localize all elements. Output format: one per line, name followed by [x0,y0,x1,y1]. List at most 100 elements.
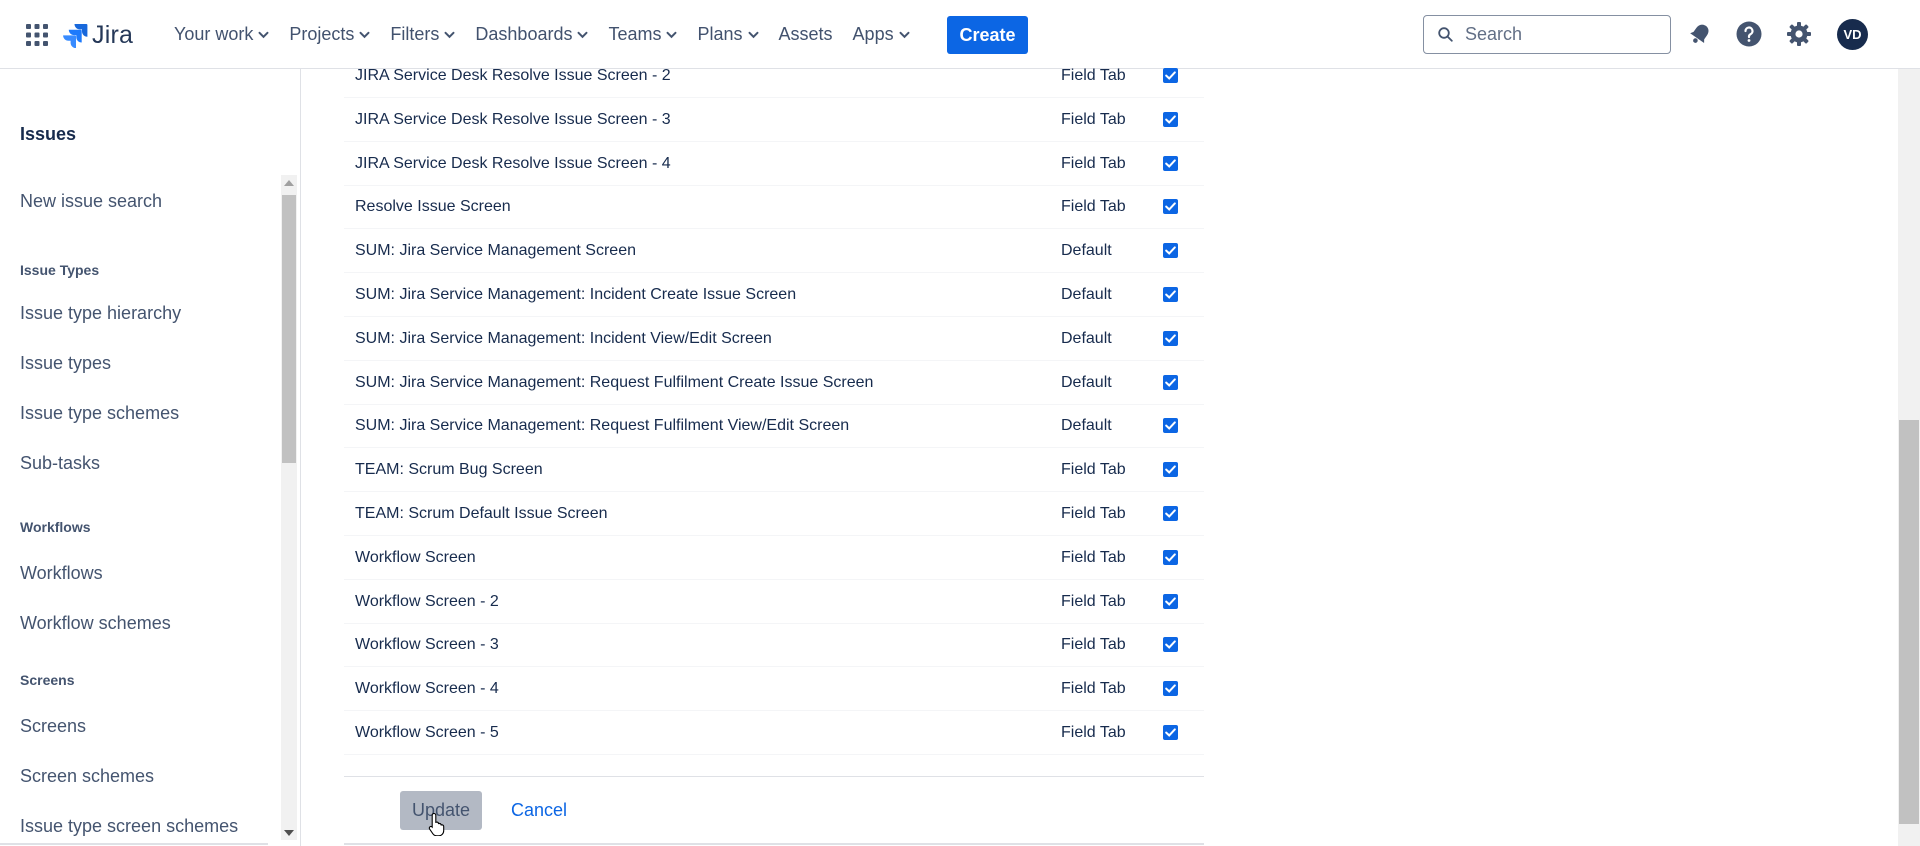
screen-name: Workflow Screen - 5 [355,724,499,741]
screen-name: SUM: Jira Service Management: Incident C… [355,286,797,303]
nav-item-filters[interactable]: Filters [390,24,455,45]
screen-name: Workflow Screen [355,548,476,566]
screen-row: SUM: Jira Service Management: Request Fu… [344,361,1204,405]
screen-checkbox[interactable] [1163,506,1178,521]
nav-item-label: Assets [778,24,833,44]
help-icon[interactable] [1735,20,1763,48]
screen-checkbox[interactable] [1163,155,1178,171]
scroll-up-arrow-icon[interactable] [284,180,294,186]
screen-row: SUM: Jira Service Management: Incident V… [344,317,1204,361]
screen-name: SUM: Jira Service Management: Incident V… [355,329,772,347]
checkmark-icon [1165,115,1176,124]
create-button[interactable]: Create [947,16,1028,54]
page-scrollbar-thumb[interactable] [1899,420,1919,824]
sidebar-scrollbar-thumb[interactable] [282,195,296,463]
sidebar-item-issue-type-screen-schemes[interactable]: Issue type screen schemes [20,816,238,837]
checkmark-icon [1165,640,1176,650]
chevron-down-icon [258,31,269,38]
sidebar-item-sub-tasks[interactable]: Sub-tasks [20,453,100,474]
screen-name: Workflow Screen - 4 [355,680,499,698]
jira-logo-icon [63,24,88,48]
jira-logo[interactable]: Jira [62,20,133,50]
nav-item-label: Projects [289,24,355,44]
sidebar-item-screens[interactable]: Screens [20,716,86,737]
nav-item-assets[interactable]: Assets [779,24,833,45]
checkmark-icon [1165,728,1176,737]
sidebar-section-issue-types: Issue Types [20,262,100,278]
screen-tab: Default [1061,242,1112,260]
screen-row: TEAM: Scrum Default Issue Screen Field Ta… [344,492,1204,536]
nav-item-label: Filters [390,24,440,44]
screen-name: Workflow Screen - 2 [355,592,499,610]
search-input[interactable] [1463,23,1657,46]
sidebar-item-issue-type-schemes[interactable]: Issue type schemes [20,403,179,424]
nav-item-label: Plans [697,24,743,44]
screen-checkbox[interactable] [1163,681,1178,697]
screen-checkbox[interactable] [1163,637,1178,653]
notifications-icon[interactable] [1686,20,1714,48]
sidebar-item-screen-schemes[interactable]: Screen schemes [20,766,154,787]
form-divider [344,776,1204,777]
screen-checkbox[interactable] [1163,111,1178,127]
sidebar-bottom-divider [0,843,268,845]
sidebar: Issues New issue search Issue Types Issue … [0,69,300,846]
nav-item-teams[interactable]: Teams [608,24,677,45]
screen-row: SUM: Jira Service Management Screen Defau… [344,229,1204,274]
screen-row: Workflow Screen - 2 Field Tab [344,580,1204,624]
scroll-down-arrow-icon[interactable] [284,830,294,836]
search-box[interactable] [1423,15,1671,54]
chevron-down-icon [444,31,455,38]
screen-tab: Field Tab [1061,592,1126,610]
screen-name: SUM: Jira Service Management: Request Fu… [355,373,874,391]
cancel-link[interactable]: Cancel [511,791,567,830]
screen-name: JIRA Service Desk Resolve Issue Screen -… [355,67,671,84]
settings-gear-icon[interactable] [1785,20,1813,48]
screen-checkbox[interactable] [1163,243,1178,259]
screen-checkbox[interactable] [1163,287,1178,302]
screen-name: SUM: Jira Service Management: Request Fu… [355,417,850,435]
screen-checkbox[interactable] [1163,593,1178,609]
chevron-down-icon [748,31,759,38]
screen-name: Resolve Issue Screen [355,198,511,216]
screen-name: JIRA Service Desk Resolve Issue Screen -… [355,110,671,128]
screen-tab: Field Tab [1061,110,1126,128]
nav-item-projects[interactable]: Projects [289,24,370,45]
screen-checkbox[interactable] [1163,418,1178,434]
chevron-down-icon [899,31,910,38]
screen-name: TEAM: Scrum Bug Screen [355,461,543,479]
checkmark-icon [1165,553,1176,562]
screen-checkbox[interactable] [1163,725,1178,740]
screen-checkbox[interactable] [1163,68,1178,83]
nav-item-dashboards[interactable]: Dashboards [475,24,588,45]
sidebar-item-issue-type-hierarchy[interactable]: Issue type hierarchy [20,303,181,324]
screen-name: TEAM: Scrum Default Issue Screen [355,505,608,522]
screen-row: Resolve Issue Screen Field Tab [344,185,1204,230]
screen-checkbox[interactable] [1163,549,1178,565]
screen-checkbox[interactable] [1163,330,1178,346]
sidebar-item-new-issue-search[interactable]: New issue search [20,191,162,212]
screen-tab: Field Tab [1061,154,1126,172]
user-avatar[interactable]: VD [1837,19,1868,50]
screen-row: Workflow Screen - 5 Field Tab [344,711,1204,755]
screen-row: Workflow Screen - 4 Field Tab [344,667,1204,712]
sidebar-item-issue-types[interactable]: Issue types [20,353,111,374]
checkmark-icon [1165,684,1176,694]
sidebar-section-screens: Screens [20,672,75,688]
screen-tab: Default [1061,373,1112,391]
app-switcher-icon[interactable] [26,24,48,46]
chevron-down-icon [359,31,370,38]
screen-checkbox[interactable] [1163,199,1178,215]
checkmark-icon [1165,71,1176,80]
checkmark-icon [1165,596,1176,606]
checkmark-icon [1165,509,1176,518]
sidebar-item-workflows[interactable]: Workflows [20,563,103,584]
screen-tab: Default [1061,286,1112,303]
nav-item-your-work[interactable]: Your work [174,24,269,45]
nav-item-apps[interactable]: Apps [853,24,910,45]
nav-item-plans[interactable]: Plans [697,24,759,45]
screen-row: JIRA Service Desk Resolve Issue Screen -… [344,98,1204,142]
screen-tab: Field Tab [1061,505,1126,522]
screen-checkbox[interactable] [1163,462,1178,478]
sidebar-item-workflow-schemes[interactable]: Workflow schemes [20,613,171,634]
screen-checkbox[interactable] [1163,374,1178,390]
